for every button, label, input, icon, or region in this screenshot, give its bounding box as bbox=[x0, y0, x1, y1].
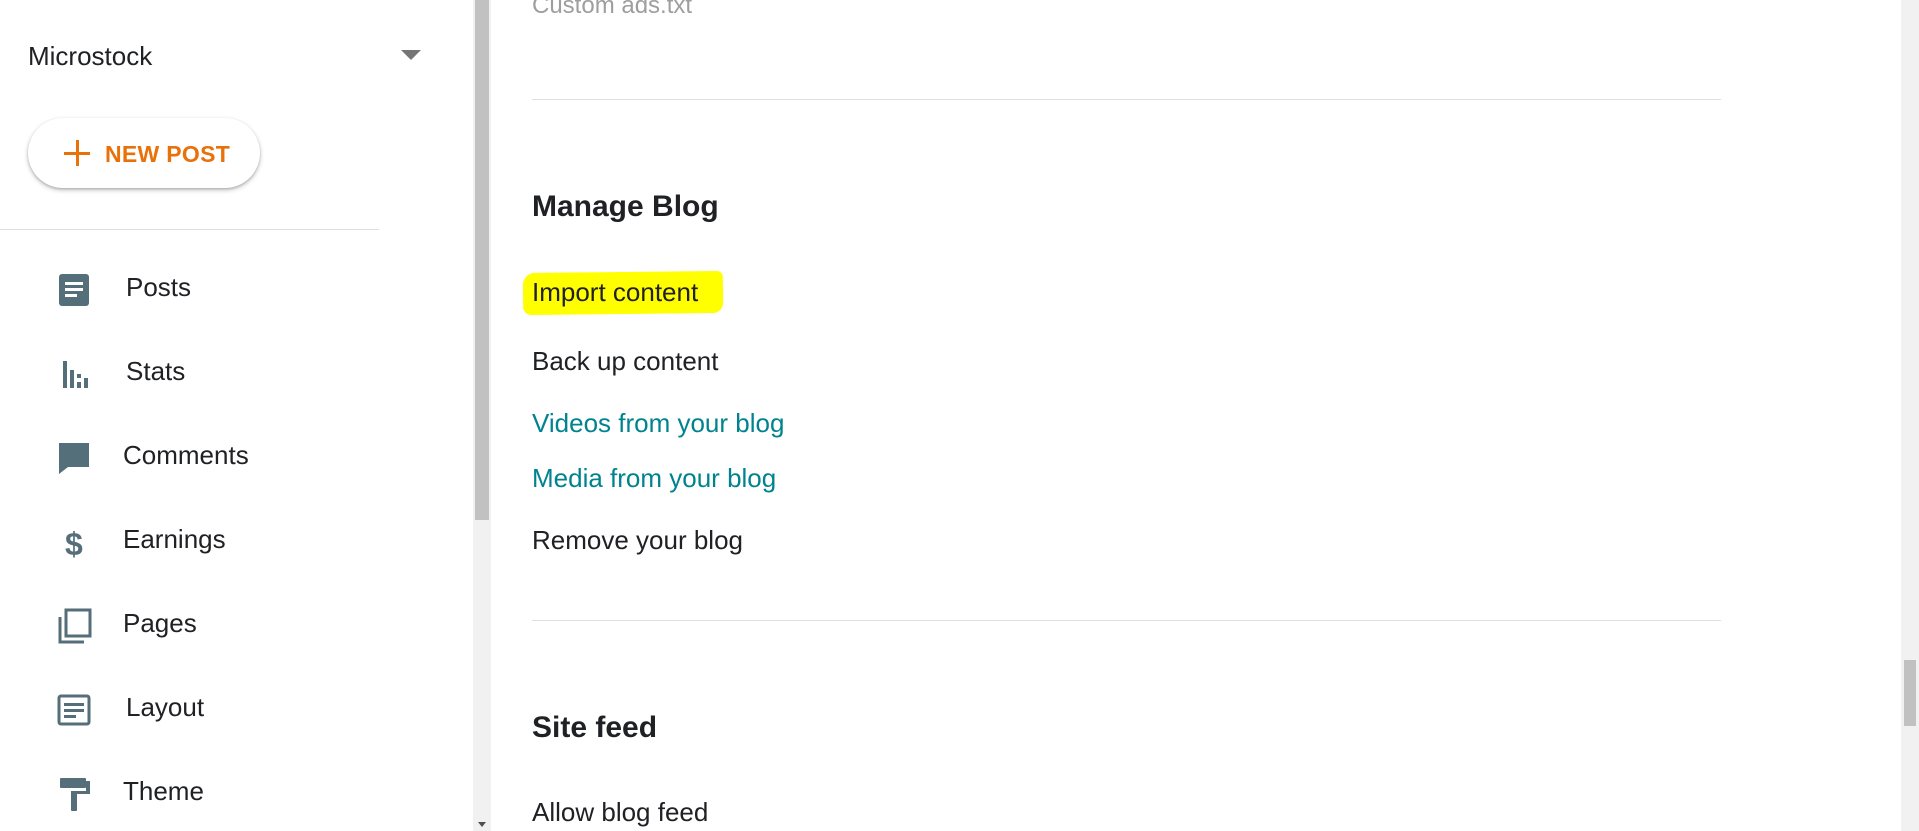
sidebar-item-label: Earnings bbox=[123, 524, 226, 554]
dropdown-arrow-icon bbox=[401, 50, 421, 60]
section-divider bbox=[532, 620, 1721, 621]
stats-icon bbox=[63, 361, 88, 388]
plus-icon bbox=[64, 140, 90, 166]
sidebar-scrollbar-thumb[interactable] bbox=[475, 0, 489, 520]
comments-icon bbox=[59, 443, 89, 474]
scroll-down-arrow-icon[interactable] bbox=[478, 822, 486, 827]
remove-blog-link[interactable]: Remove your blog bbox=[532, 525, 743, 556]
sidebar-divider bbox=[0, 229, 379, 230]
new-post-label: NEW POST bbox=[105, 141, 231, 167]
sidebar-item-label: Pages bbox=[123, 608, 197, 638]
svg-text:$: $ bbox=[65, 526, 83, 560]
sidebar-item-label: Theme bbox=[123, 776, 204, 806]
sidebar-item-stats[interactable]: Stats bbox=[0, 338, 460, 408]
sidebar-item-comments[interactable]: Comments bbox=[0, 422, 460, 492]
sidebar-item-label: Stats bbox=[126, 356, 186, 386]
page-scrollbar-thumb[interactable] bbox=[1904, 660, 1916, 726]
sidebar-item-earnings[interactable]: $ Earnings bbox=[0, 506, 460, 576]
new-post-button[interactable]: NEW POST bbox=[28, 118, 260, 188]
settings-item-custom-ads-txt[interactable]: Custom ads.txt bbox=[532, 0, 692, 20]
sidebar-item-label: Posts bbox=[126, 272, 192, 302]
sidebar-item-posts[interactable]: Posts bbox=[0, 254, 460, 324]
sidebar-scrollbar[interactable] bbox=[473, 0, 491, 831]
blog-name: Microstock bbox=[28, 40, 153, 71]
settings-content: Custom ads.txt Manage Blog Import conten… bbox=[491, 0, 1901, 831]
section-divider bbox=[532, 99, 1721, 100]
earnings-icon: $ bbox=[65, 526, 83, 560]
sidebar-item-theme[interactable]: Theme bbox=[0, 758, 460, 828]
sidebar-item-layout[interactable]: Layout bbox=[0, 674, 460, 744]
back-up-content-link[interactable]: Back up content bbox=[532, 346, 718, 377]
sidebar: Microstock NEW POST Posts Stats Comments… bbox=[0, 0, 473, 831]
media-from-blog-link[interactable]: Media from your blog bbox=[532, 463, 776, 494]
import-content-link[interactable]: Import content bbox=[532, 277, 698, 308]
allow-blog-feed-link[interactable]: Allow blog feed bbox=[532, 797, 708, 828]
section-title-site-feed: Site feed bbox=[532, 711, 658, 744]
sidebar-item-pages[interactable]: Pages bbox=[0, 590, 460, 660]
sidebar-item-label: Layout bbox=[126, 692, 205, 722]
section-title-manage-blog: Manage Blog bbox=[532, 190, 719, 223]
videos-from-blog-link[interactable]: Videos from your blog bbox=[532, 408, 784, 439]
layout-icon bbox=[57, 694, 91, 726]
blog-selector[interactable]: Microstock bbox=[28, 36, 428, 76]
pages-icon bbox=[58, 608, 92, 644]
theme-icon bbox=[60, 778, 90, 811]
posts-icon bbox=[59, 274, 89, 306]
sidebar-item-label: Comments bbox=[123, 440, 249, 470]
page-scrollbar[interactable] bbox=[1901, 0, 1919, 831]
